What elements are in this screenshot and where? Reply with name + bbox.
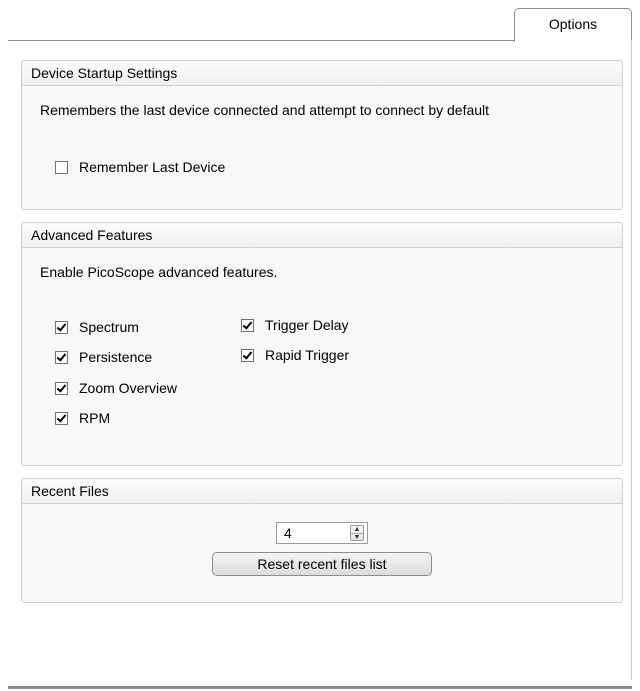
recent-files-header: Recent Files [22,479,622,504]
spectrum-check-box[interactable] [55,320,68,334]
trigger-delay-checkbox[interactable]: Trigger Delay [241,317,349,333]
recent-files-count-stepper[interactable]: 4 ▲ ▼ [276,522,368,544]
chevron-up-icon[interactable]: ▲ [351,526,363,533]
persistence-check-box[interactable] [55,350,68,364]
persistence-label: Persistence [79,349,153,365]
tab-strip-line [8,40,516,41]
device-startup-header: Device Startup Settings [22,61,622,86]
recent-files-group: Recent Files 4 ▲ ▼ Reset recent files li… [21,478,623,603]
remember-last-device-box[interactable] [55,160,68,174]
stepper-buttons[interactable]: ▲ ▼ [350,525,364,541]
remember-last-device-checkbox[interactable]: Remember Last Device [55,159,225,175]
bottom-border [8,686,632,689]
rpm-check-box[interactable] [55,411,68,425]
reset-recent-files-button[interactable]: Reset recent files list [212,552,432,576]
zoom-overview-label: Zoom Overview [79,380,178,396]
trigger-delay-label: Trigger Delay [265,317,349,333]
rapid-trigger-label: Rapid Trigger [265,347,350,363]
spectrum-label: Spectrum [79,319,139,335]
panel-border [631,40,632,680]
advanced-features-header: Advanced Features [22,223,622,248]
device-startup-description: Remembers the last device connected and … [40,102,490,118]
rapid-trigger-checkbox[interactable]: Rapid Trigger [241,347,349,363]
persistence-checkbox[interactable]: Persistence [55,349,152,365]
advanced-features-group: Advanced Features Enable PicoScope advan… [21,222,623,466]
rpm-checkbox[interactable]: RPM [55,410,110,426]
rapid-trigger-check-box[interactable] [241,348,254,362]
chevron-down-icon[interactable]: ▼ [351,533,363,541]
advanced-features-description: Enable PicoScope advanced features. [40,264,278,280]
tab-options[interactable]: Options [514,8,632,42]
device-startup-group: Device Startup Settings Remembers the la… [21,60,623,210]
zoom-overview-checkbox[interactable]: Zoom Overview [55,380,177,396]
trigger-delay-check-box[interactable] [241,318,254,332]
rpm-label: RPM [79,410,111,426]
recent-files-count-value[interactable]: 4 [284,525,292,541]
spectrum-checkbox[interactable]: Spectrum [55,319,139,335]
zoom-overview-check-box[interactable] [55,381,68,395]
remember-last-device-label: Remember Last Device [79,159,226,175]
